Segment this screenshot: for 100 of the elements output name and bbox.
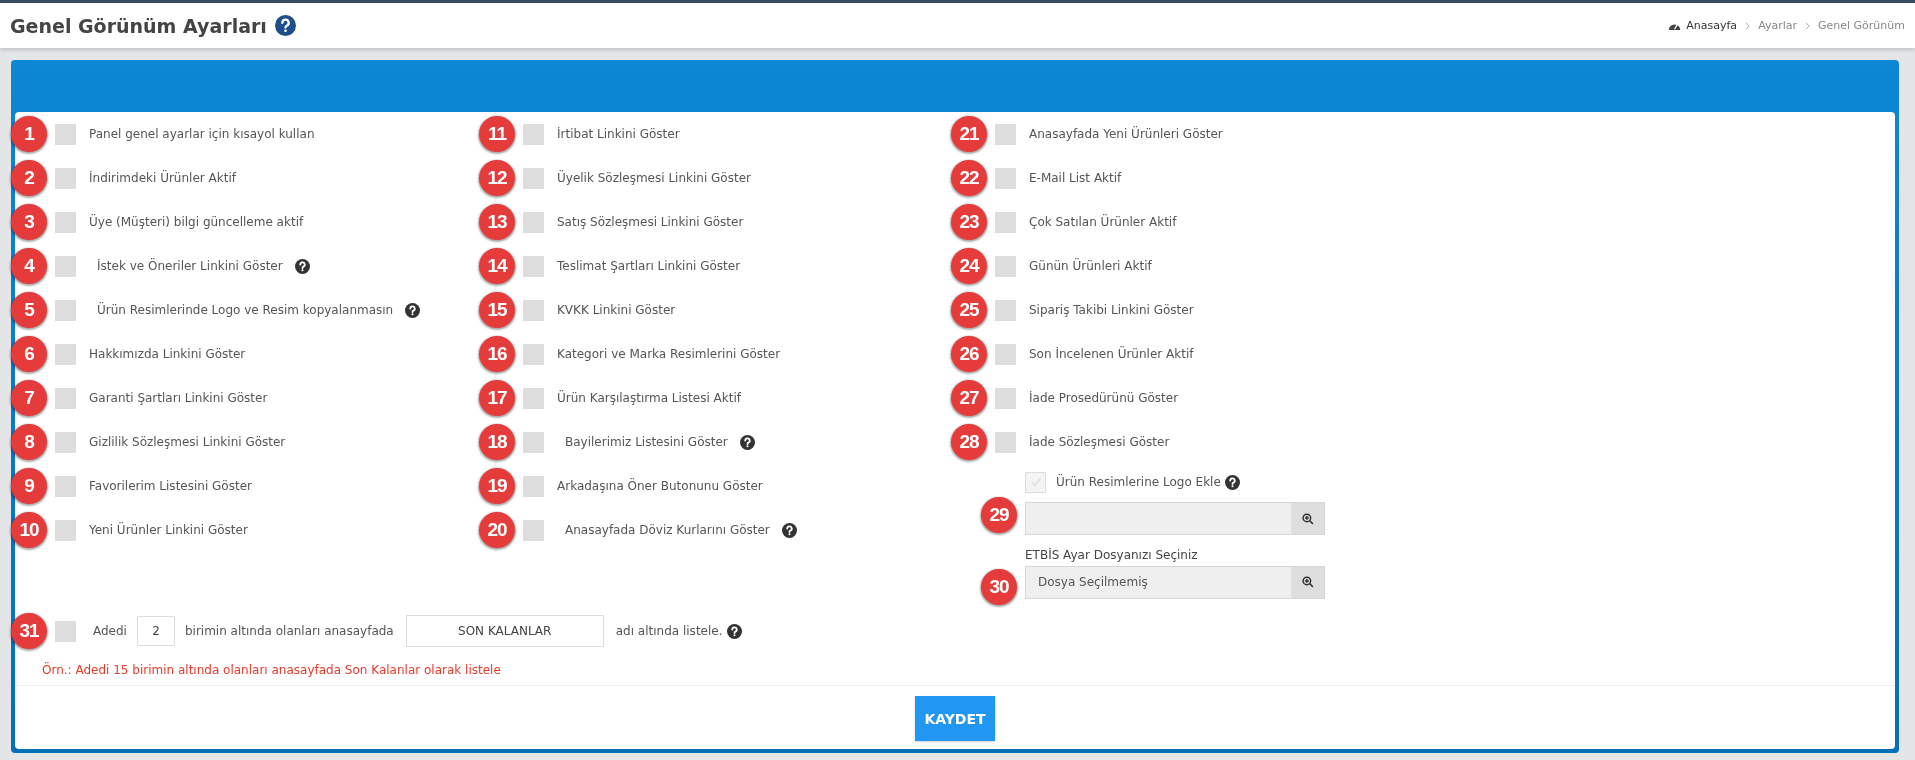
checkbox[interactable]: [995, 299, 1016, 321]
checkbox[interactable]: [523, 167, 544, 189]
number-badge: 27: [951, 380, 987, 416]
number-badge: 1: [11, 116, 47, 152]
number-badge: 18: [479, 424, 515, 460]
checkbox-label: Satış Sözleşmesi Linkini Göster: [557, 215, 744, 229]
checkbox-label: Yeni Ürünler Linkini Göster: [89, 523, 248, 537]
number-badge: 25: [951, 292, 987, 328]
checkbox[interactable]: [523, 343, 544, 365]
checkbox-label: Ürün Karşılaştırma Listesi Aktif: [557, 391, 741, 405]
checkbox-label: İrtibat Linkini Göster: [557, 127, 680, 141]
checkbox[interactable]: [55, 519, 76, 541]
checkbox[interactable]: [523, 123, 544, 145]
checkbox[interactable]: [55, 255, 76, 277]
checkbox[interactable]: [55, 343, 76, 365]
checkbox[interactable]: [55, 620, 76, 642]
checkbox-label: İade Sözleşmesi Göster: [1029, 435, 1170, 449]
breadcrumb-link[interactable]: Ayarlar: [1758, 19, 1797, 32]
number-badge: 24: [951, 248, 987, 284]
checkbox-label: Gizlilik Sözleşmesi Linkini Göster: [89, 435, 286, 449]
checkbox[interactable]: [995, 167, 1016, 189]
number-badge: 31: [11, 613, 47, 649]
checkbox[interactable]: [523, 255, 544, 277]
help-icon[interactable]: [405, 302, 421, 318]
checkbox-label: Teslimat Şartları Linkini Göster: [557, 259, 741, 273]
checkbox-label: Bayilerimiz Listesini Göster: [565, 435, 728, 449]
checkbox[interactable]: [55, 123, 76, 145]
checkbox-label: Anasayfada Yeni Ürünleri Göster: [1029, 127, 1223, 141]
checkbox-label: Hakkımızda Linkini Göster: [89, 347, 246, 361]
checkbox[interactable]: [995, 343, 1016, 365]
checkbox[interactable]: [995, 387, 1016, 409]
checkbox[interactable]: [995, 431, 1016, 453]
checkbox[interactable]: [55, 431, 76, 453]
checkbox-label: Anasayfada Döviz Kurlarını Göster: [565, 523, 770, 537]
number-badge: 7: [11, 380, 47, 416]
checkbox[interactable]: [995, 211, 1016, 233]
help-icon[interactable]: [274, 15, 296, 36]
number-badge: 9: [11, 468, 47, 504]
page-title: Genel Görünüm Ayarları: [10, 14, 267, 37]
checkbox-label: İstek ve Öneriler Linkini Göster: [97, 259, 283, 273]
checkbox-label: Üye (Müşteri) bilgi güncelleme aktif: [89, 215, 304, 229]
checkbox[interactable]: [523, 519, 544, 541]
number-badge: 21: [951, 116, 987, 152]
checkbox[interactable]: [523, 387, 544, 409]
number-badge: 16: [479, 336, 515, 372]
number-badge: 5: [11, 292, 47, 328]
checkbox-label: Garanti Şartları Linkini Göster: [89, 391, 268, 405]
number-badge: 30: [981, 569, 1017, 605]
checkbox[interactable]: [55, 475, 76, 497]
number-badge: 15: [479, 292, 515, 328]
list-name-input[interactable]: SON KALANLAR: [405, 615, 604, 647]
checkbox-label: Üyelik Sözleşmesi Linkini Göster: [557, 171, 751, 185]
count-input[interactable]: 2: [136, 616, 175, 646]
chevron-icon: [1805, 21, 1810, 30]
checkbox[interactable]: [523, 431, 544, 453]
checkbox[interactable]: [55, 167, 76, 189]
number-badge: 20: [479, 512, 515, 548]
number-badge: 23: [951, 204, 987, 240]
checkbox[interactable]: [523, 211, 544, 233]
field-label: ETBİS Ayar Dosyanızı Seçiniz: [1025, 547, 1199, 564]
number-badge: 11: [479, 116, 515, 152]
checkbox-label: KVKK Linkini Göster: [557, 303, 676, 317]
checkbox[interactable]: [55, 387, 76, 409]
number-badge: 2: [11, 160, 47, 196]
checkbox-label: Günün Ürünleri Aktif: [1029, 259, 1152, 273]
checkbox-label: Kategori ve Marka Resimlerini Göster: [557, 347, 781, 361]
rule-text: adı altında listele.: [615, 624, 723, 638]
chevron-icon: [1745, 21, 1751, 30]
checkbox[interactable]: [995, 123, 1016, 145]
checkbox[interactable]: [523, 475, 544, 497]
number-badge: 19: [479, 468, 515, 504]
number-badge: 8: [11, 424, 47, 460]
number-badge: 6: [11, 336, 47, 372]
rule-text: Adedi: [93, 624, 127, 638]
number-badge: 10: [11, 512, 47, 548]
checkbox-label: Favorilerim Listesini Göster: [89, 479, 252, 493]
number-badge: 13: [479, 204, 515, 240]
checkbox-label: Son İncelenen Ürünler Aktif: [1029, 347, 1194, 361]
checkbox-label: İndirimdeki Ürünler Aktif: [89, 171, 236, 185]
checkbox[interactable]: [523, 299, 544, 321]
number-badge: 12: [479, 160, 515, 196]
checkbox-label: Panel genel ayarlar için kısayol kullan: [89, 127, 315, 141]
help-icon[interactable]: [781, 522, 797, 538]
checkbox-label: Sipariş Takibi Linkini Göster: [1029, 303, 1194, 317]
help-icon[interactable]: [739, 434, 755, 450]
number-badge: 26: [951, 336, 987, 372]
number-badge: 28: [951, 424, 987, 460]
breadcrumb-link[interactable]: Anasayfa: [1686, 19, 1738, 32]
checkbox-label: Çok Satılan Ürünler Aktif: [1029, 215, 1177, 229]
help-icon[interactable]: [294, 258, 310, 274]
number-badge: 29: [981, 496, 1017, 533]
checkbox-label: Ürün Resimlerinde Logo ve Resim kopyalanmasın: [97, 303, 394, 317]
checkbox[interactable]: [55, 299, 76, 321]
number-badge: 3: [11, 204, 47, 240]
number-badge: 14: [479, 248, 515, 284]
checkbox[interactable]: [55, 211, 76, 233]
example-note: Örn.: Adedi 15 birimin altında olanları anasayfada Son Kalanlar olarak listele: [15, 651, 1895, 686]
help-icon[interactable]: [726, 623, 742, 639]
checkbox-label: E-Mail List Aktif: [1029, 171, 1122, 185]
checkbox[interactable]: [995, 255, 1016, 277]
